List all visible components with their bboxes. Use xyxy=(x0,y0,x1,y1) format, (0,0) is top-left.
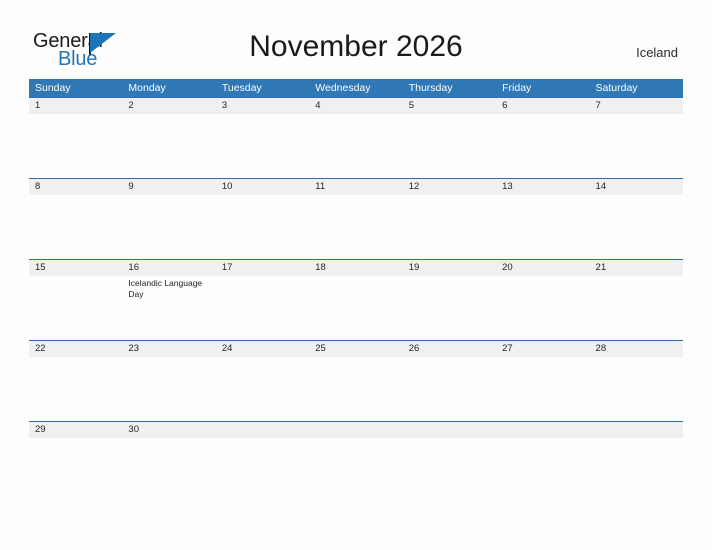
day-cell[interactable] xyxy=(309,195,402,259)
day-number[interactable]: 21 xyxy=(590,260,683,276)
week-date-band: 1 2 3 4 5 6 7 xyxy=(29,98,683,114)
day-number[interactable]: 14 xyxy=(590,179,683,195)
day-number[interactable] xyxy=(496,422,589,438)
day-number[interactable]: 1 xyxy=(29,98,122,114)
week-row: 8 9 10 11 12 13 14 xyxy=(29,178,683,259)
day-cell[interactable] xyxy=(496,357,589,421)
week-date-band: 29 30 xyxy=(29,422,683,438)
region-label: Iceland xyxy=(636,45,678,60)
weekday-header-wednesday: Wednesday xyxy=(315,82,371,94)
day-number[interactable]: 5 xyxy=(403,98,496,114)
weekday-header-saturday: Saturday xyxy=(595,82,638,94)
day-number[interactable]: 30 xyxy=(122,422,215,438)
day-number[interactable]: 3 xyxy=(216,98,309,114)
day-number[interactable]: 17 xyxy=(216,260,309,276)
day-number[interactable]: 10 xyxy=(216,179,309,195)
week-event-band xyxy=(29,357,683,421)
week-event-band: Icelandic Language Day xyxy=(29,276,683,340)
day-number[interactable] xyxy=(590,422,683,438)
week-row: 1 2 3 4 5 6 7 xyxy=(29,97,683,178)
day-cell[interactable] xyxy=(496,276,589,340)
day-number[interactable]: 12 xyxy=(403,179,496,195)
day-number[interactable]: 8 xyxy=(29,179,122,195)
day-cell[interactable] xyxy=(403,357,496,421)
day-cell[interactable] xyxy=(309,357,402,421)
day-number[interactable]: 26 xyxy=(403,341,496,357)
week-row: 22 23 24 25 26 27 28 xyxy=(29,340,683,421)
weekday-header-tuesday: Tuesday xyxy=(221,82,262,94)
day-cell[interactable] xyxy=(496,195,589,259)
day-cell[interactable] xyxy=(216,195,309,259)
day-cell[interactable] xyxy=(216,357,309,421)
calendar-grid: Sunday Monday Tuesday Wednesday Thursday… xyxy=(29,79,683,439)
day-cell[interactable]: Icelandic Language Day xyxy=(122,276,215,340)
day-number[interactable]: 4 xyxy=(309,98,402,114)
weekday-header-sunday: Sunday xyxy=(35,82,71,94)
week-event-band xyxy=(29,195,683,259)
day-cell[interactable] xyxy=(309,276,402,340)
day-cell[interactable] xyxy=(403,195,496,259)
day-cell[interactable] xyxy=(122,357,215,421)
day-number[interactable]: 25 xyxy=(309,341,402,357)
day-number[interactable]: 9 xyxy=(122,179,215,195)
day-cell[interactable] xyxy=(29,114,122,178)
day-cell[interactable] xyxy=(309,114,402,178)
day-cell[interactable] xyxy=(29,276,122,340)
day-number[interactable]: 19 xyxy=(403,260,496,276)
week-row: 15 16 17 18 19 20 21 Icelandic Language … xyxy=(29,259,683,340)
day-number[interactable]: 15 xyxy=(29,260,122,276)
week-row: 29 30 xyxy=(29,421,683,439)
day-number[interactable]: 16 xyxy=(122,260,215,276)
day-cell[interactable] xyxy=(122,195,215,259)
day-number[interactable]: 6 xyxy=(496,98,589,114)
day-number[interactable] xyxy=(309,422,402,438)
day-cell[interactable] xyxy=(216,276,309,340)
day-number[interactable]: 27 xyxy=(496,341,589,357)
day-number[interactable]: 20 xyxy=(496,260,589,276)
page-title: November 2026 xyxy=(249,30,463,63)
week-date-band: 15 16 17 18 19 20 21 xyxy=(29,260,683,276)
page-header: General Blue November 2026 Iceland xyxy=(0,0,712,79)
day-cell[interactable] xyxy=(496,114,589,178)
day-number[interactable]: 29 xyxy=(29,422,122,438)
day-number[interactable]: 2 xyxy=(122,98,215,114)
calendar-page: General Blue November 2026 Iceland Sunda… xyxy=(0,0,712,550)
day-cell[interactable] xyxy=(403,114,496,178)
day-event: Icelandic Language Day xyxy=(128,278,203,299)
day-number[interactable]: 24 xyxy=(216,341,309,357)
day-number[interactable]: 28 xyxy=(590,341,683,357)
day-cell[interactable] xyxy=(29,195,122,259)
day-cell[interactable] xyxy=(216,114,309,178)
day-number[interactable]: 23 xyxy=(122,341,215,357)
week-date-band: 8 9 10 11 12 13 14 xyxy=(29,179,683,195)
weekday-header-monday: Monday xyxy=(128,82,166,94)
weekday-header-thursday: Thursday xyxy=(408,82,453,94)
day-number[interactable] xyxy=(403,422,496,438)
day-cell[interactable] xyxy=(29,357,122,421)
weekday-header-friday: Friday xyxy=(502,82,532,94)
day-number[interactable]: 7 xyxy=(590,98,683,114)
day-cell[interactable] xyxy=(590,357,683,421)
day-number[interactable]: 11 xyxy=(309,179,402,195)
day-number[interactable]: 22 xyxy=(29,341,122,357)
day-cell[interactable] xyxy=(590,276,683,340)
day-cell[interactable] xyxy=(590,114,683,178)
day-cell[interactable] xyxy=(403,276,496,340)
week-date-band: 22 23 24 25 26 27 28 xyxy=(29,341,683,357)
day-number[interactable]: 13 xyxy=(496,179,589,195)
week-event-band xyxy=(29,114,683,178)
day-cell[interactable] xyxy=(590,195,683,259)
weekday-header-row: Sunday Monday Tuesday Wednesday Thursday… xyxy=(29,79,683,97)
day-cell[interactable] xyxy=(122,114,215,178)
day-number[interactable] xyxy=(216,422,309,438)
day-number[interactable]: 18 xyxy=(309,260,402,276)
